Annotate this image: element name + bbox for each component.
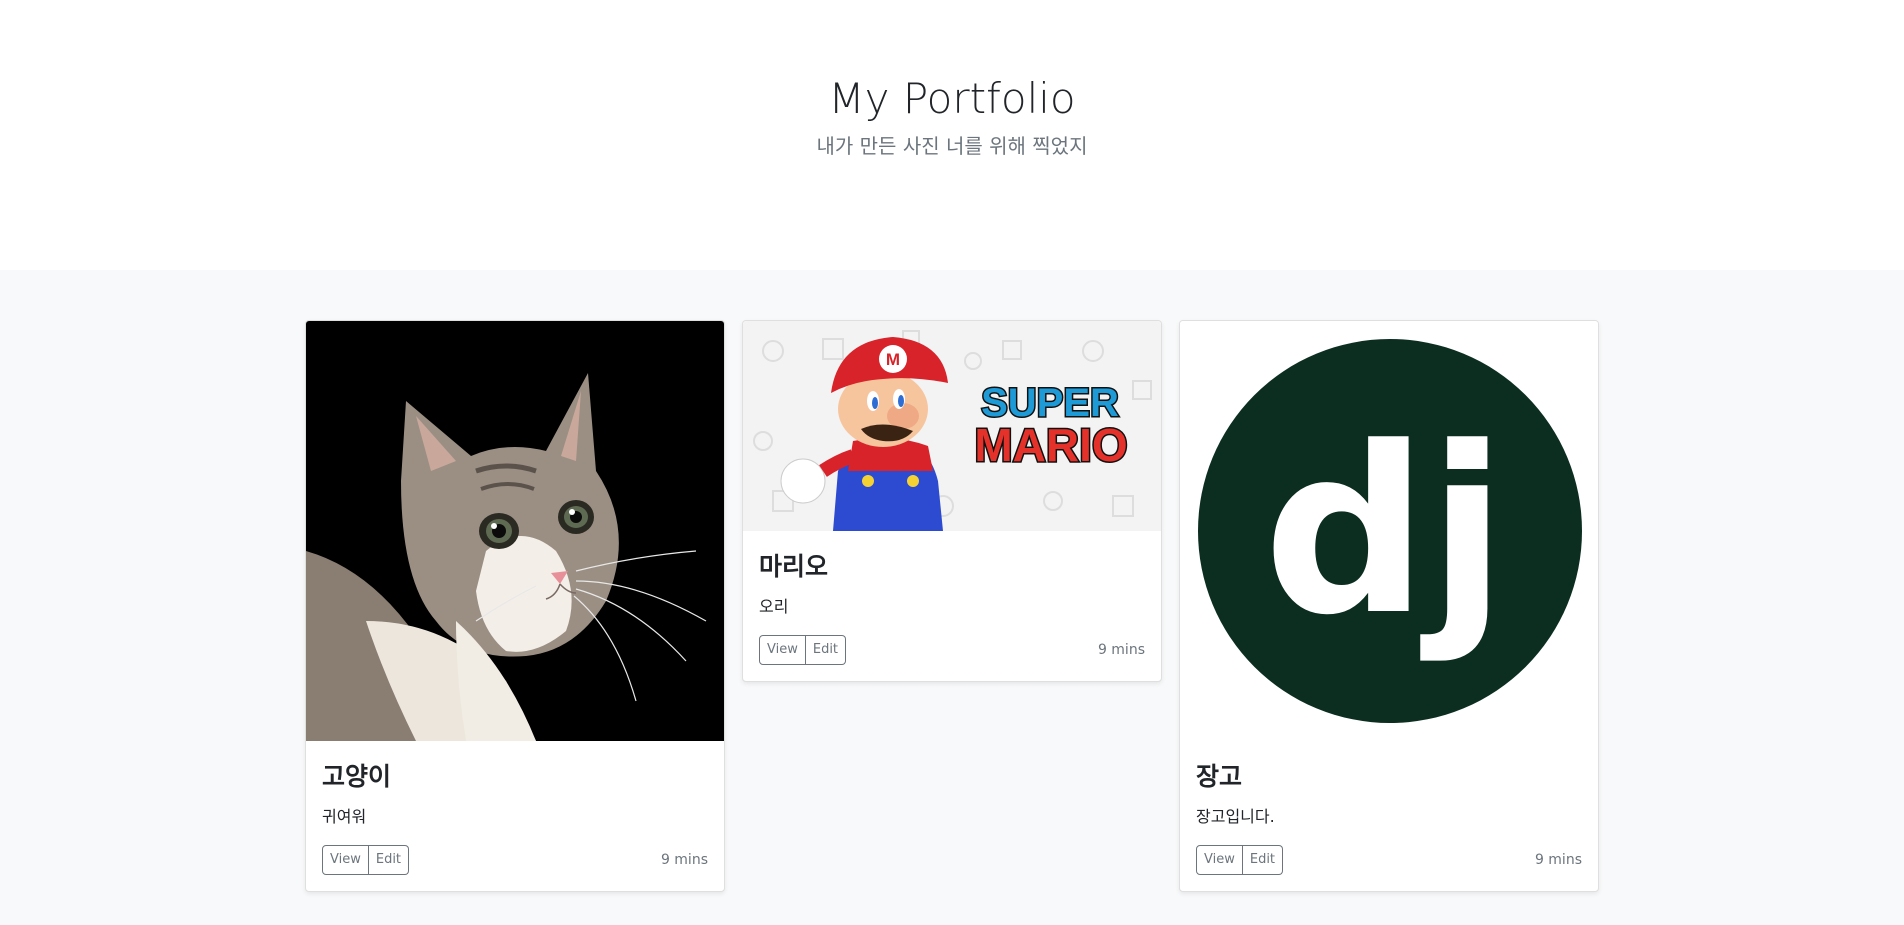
view-button[interactable]: View — [759, 635, 806, 665]
card-body: 고양이 귀여워 View Edit 9 mins — [306, 741, 724, 891]
portfolio-card-cat: 고양이 귀여워 View Edit 9 mins — [305, 320, 725, 892]
time-ago: 9 mins — [1534, 852, 1582, 868]
portfolio-card-mario: M SUPER MARIO 마리오 오리 View Edit 9 mins — [742, 320, 1162, 682]
button-group: View Edit — [759, 635, 847, 665]
card-footer: View Edit 9 mins — [1196, 845, 1582, 875]
super-mario-logo-line2: MARIO — [974, 419, 1127, 471]
button-group: View Edit — [322, 845, 410, 875]
card-text: 오리 — [759, 597, 789, 616]
edit-button[interactable]: Edit — [805, 635, 847, 665]
django-logo-text: dj — [1263, 399, 1506, 666]
card-title: 장고 — [1196, 762, 1243, 791]
card-title: 고양이 — [322, 762, 392, 791]
page-header: My Portfolio 내가 만든 사진 너를 위해 찍었지 — [0, 0, 1904, 270]
svg-text:M: M — [886, 350, 900, 369]
card-text: 장고입니다. — [1196, 807, 1275, 826]
edit-button[interactable]: Edit — [1242, 845, 1284, 875]
view-button[interactable]: View — [1196, 845, 1243, 875]
card-title: 마리오 — [759, 552, 829, 581]
card-body: 마리오 오리 View Edit 9 mins — [743, 531, 1161, 681]
time-ago: 9 mins — [1097, 642, 1145, 658]
card-body: 장고 장고입니다. View Edit 9 mins — [1180, 741, 1598, 891]
portfolio-card-django: dj 장고 장고입니다. View Edit 9 mins — [1179, 320, 1599, 892]
mario-image: M SUPER MARIO — [743, 321, 1161, 531]
album-section: 고양이 귀여워 View Edit 9 mins M SUPER MARIO 마… — [0, 270, 1904, 925]
card-grid: 고양이 귀여워 View Edit 9 mins M SUPER MARIO 마… — [305, 320, 1599, 892]
edit-button[interactable]: Edit — [368, 845, 410, 875]
card-text: 귀여워 — [322, 807, 367, 826]
view-button[interactable]: View — [322, 845, 369, 875]
django-logo-image: dj — [1180, 321, 1598, 741]
button-group: View Edit — [1196, 845, 1284, 875]
cat-image — [306, 321, 724, 741]
page-subtitle: 내가 만든 사진 너를 위해 찍었지 — [816, 134, 1088, 158]
page-title: My Portfolio — [828, 74, 1076, 123]
card-footer: View Edit 9 mins — [322, 845, 708, 875]
time-ago: 9 mins — [660, 852, 708, 868]
card-footer: View Edit 9 mins — [759, 635, 1145, 665]
